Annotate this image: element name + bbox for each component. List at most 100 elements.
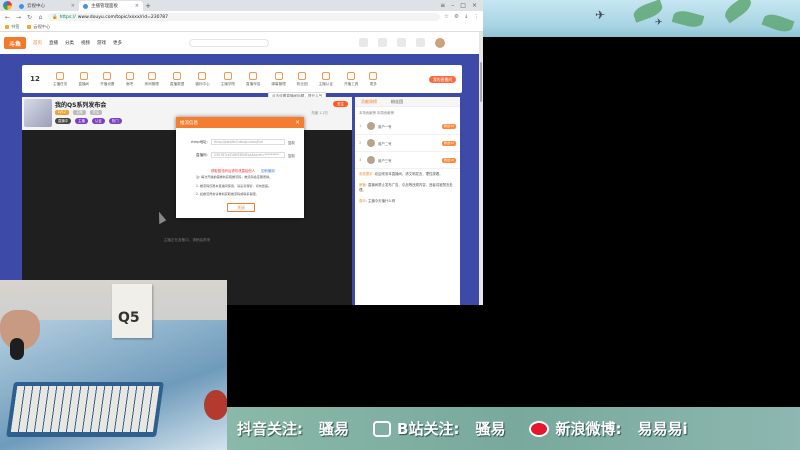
room-tag[interactable]: 热门	[108, 118, 122, 124]
chat-nick[interactable]: 观众:	[359, 199, 367, 203]
stream-key-row: 直播码: 230787rXZ4HfZ85d?wsSecret=*********…	[182, 152, 295, 158]
nav-home[interactable]: 首页	[33, 40, 42, 46]
rtmp-field[interactable]: rtmp://sendtc3.douyu.com/live	[211, 139, 285, 145]
message-icon[interactable]	[397, 38, 406, 47]
forward-icon[interactable]: →	[15, 14, 22, 21]
tab-close-icon[interactable]: ×	[71, 3, 75, 9]
subnav-item[interactable]: 直播数据	[170, 71, 184, 87]
stream-key-field[interactable]: 230787rXZ4HfZ85d?wsSecret=*********	[211, 152, 285, 158]
room-tag[interactable]: 直播中	[55, 118, 72, 124]
note-line: 注: 每次开播前需重新获取推流码，推流码会定期更换。	[196, 175, 273, 179]
subnav-item[interactable]: 福利中心	[195, 71, 210, 87]
rtmp-row: rtmp地址: rtmp://sendtc3.douyu.com/live 复制	[182, 139, 295, 145]
tab-week-rank[interactable]: 贡献周榜	[361, 99, 377, 105]
user-avatar[interactable]	[435, 38, 445, 48]
subnav-item[interactable]: 更多	[369, 71, 378, 87]
extensions-icon[interactable]: ⚙	[454, 14, 459, 20]
back-icon[interactable]: ←	[4, 14, 11, 21]
room-tag[interactable]: 认证	[91, 118, 105, 124]
video-hint: 主播正在准备中，请稍后再来	[163, 238, 211, 242]
nav-category[interactable]: 分类	[65, 40, 74, 46]
browser-toolbar: ← → ↻ ⌂ 🔒 https:// www.douyu.com/topic/x…	[0, 11, 483, 23]
task-icon	[56, 71, 65, 80]
task-icon[interactable]	[416, 38, 425, 47]
leaf-decor	[671, 8, 705, 30]
copy-rtmp-button[interactable]: 复制	[288, 140, 295, 145]
room-tag[interactable]: 主播	[75, 118, 88, 124]
scrollbar-thumb[interactable]	[480, 62, 482, 102]
subnav-item[interactable]: 主播学院	[221, 71, 235, 87]
chat-text: 欢迎来到本直播间，请文明发言，理性观看。	[374, 172, 443, 176]
home-icon[interactable]: ⌂	[37, 14, 44, 21]
rank-number: 2	[359, 141, 362, 145]
warning-label: 获取推流码后请勿泄露给他人	[211, 169, 256, 173]
fan-badge: 粉丝12	[442, 140, 456, 146]
subnav-item[interactable]: 弹幕管理	[271, 71, 286, 87]
rank-row[interactable]: 2 用户二号 粉丝12	[355, 135, 460, 152]
address-bar[interactable]: 🔒 https:// www.douyu.com/topic/xxxx/rid=…	[48, 13, 441, 21]
subnav-item[interactable]: 主播任务	[53, 71, 67, 87]
browser-logo-icon[interactable]	[3, 1, 12, 10]
streamer-avatar[interactable]	[24, 99, 52, 127]
tab-1[interactable]: 云视中心 ×	[15, 1, 79, 11]
rank-avatar	[367, 122, 375, 130]
help-link[interactable]: 如何使用	[261, 169, 275, 173]
site-search-input[interactable]	[189, 39, 269, 47]
anchor-subnav: 12 主播任务 直播间 开播设置 鱼吧 房间管理 直播数据 福利中心 主播学院 …	[22, 65, 462, 93]
douyin-handle: 骚易	[319, 420, 350, 438]
subnav-item[interactable]: 开播工具	[344, 71, 358, 87]
tab-favicon-icon	[19, 3, 24, 9]
subnav-item[interactable]: 鱼吧	[125, 71, 134, 87]
room-title: 我的QS系列发布会	[55, 102, 107, 109]
tab-2[interactable]: 主播管理面板 ×	[79, 1, 143, 11]
site-logo[interactable]: 斗鱼	[4, 37, 26, 49]
rank-row[interactable]: 1 用户一号 粉丝15	[355, 118, 460, 135]
mouse-image	[10, 338, 24, 360]
browser-window: 云视中心 × 主播管理面板 × + ≡ – □ × ← → ↻ ⌂ 🔒 http…	[0, 0, 483, 305]
copy-stream-key-button[interactable]: 复制	[288, 153, 295, 158]
nav-live[interactable]: 直播	[49, 40, 58, 46]
menu-icon[interactable]: ≡	[440, 2, 445, 9]
nav-more[interactable]: 更多	[113, 40, 122, 46]
chat-message: 观众: 主播今天播什么呀	[355, 196, 460, 207]
star-icon[interactable]: ☆	[444, 14, 449, 20]
tab-close-icon[interactable]: ×	[135, 3, 139, 9]
chat-message: 房管: 直播间禁止发布广告、引战等违规内容，违者将被禁言处理。	[355, 180, 460, 196]
follow-button[interactable]: 关注	[333, 101, 348, 107]
chat-nick[interactable]: 系统提示:	[359, 172, 374, 176]
nav-game[interactable]: 游戏	[97, 40, 106, 46]
bookmark-item[interactable]: 书签	[5, 24, 19, 30]
dialog-close-button[interactable]: 关闭	[227, 203, 255, 212]
minimize-icon[interactable]: –	[451, 2, 454, 9]
subnav-item[interactable]: 主播认证	[319, 71, 333, 87]
subnav-item[interactable]: 直播间	[78, 71, 89, 87]
weibo-handle: 易易易i	[637, 420, 688, 438]
history-icon[interactable]	[359, 38, 368, 47]
subnav-item[interactable]: 开播设置	[100, 71, 115, 87]
nav-video[interactable]: 视频	[81, 40, 90, 46]
maximize-icon[interactable]: □	[460, 2, 466, 9]
chat-text: 直播间禁止发布广告、引战等违规内容，违者将被禁言处理。	[359, 183, 453, 192]
weibo-follow: 新浪微博: 易易易i	[529, 418, 701, 439]
download-icon[interactable]: ↓	[464, 14, 469, 20]
subnav-item[interactable]: 直播伴侣	[246, 71, 260, 87]
reload-icon[interactable]: ↻	[26, 14, 33, 21]
rank-row[interactable]: 3 用户三号 粉丝10	[355, 152, 460, 169]
page-scrollbar[interactable]	[479, 32, 483, 305]
follow-icon[interactable]	[378, 38, 387, 47]
menu-dots-icon[interactable]: ⋮	[474, 14, 480, 20]
chat-nick[interactable]: 房管:	[359, 183, 367, 187]
bookmark-item[interactable]: 云视中心	[27, 24, 50, 30]
my-room-button[interactable]: 我的直播间	[429, 75, 456, 83]
rank-avatar	[367, 156, 375, 164]
tab-fans[interactable]: 粉丝团	[391, 99, 403, 105]
close-icon[interactable]: ×	[295, 119, 300, 126]
rank-name: 用户三号	[378, 158, 392, 163]
new-tab-icon[interactable]: +	[143, 1, 153, 11]
close-window-icon[interactable]: ×	[472, 2, 477, 9]
subnav-item[interactable]: 粉丝团	[297, 71, 308, 87]
side-tabs: 贡献周榜 粉丝团	[355, 97, 460, 107]
subnav-item[interactable]: 房间管理	[145, 71, 159, 87]
bird-icon: ✈	[655, 18, 663, 28]
more-icon	[369, 71, 378, 80]
